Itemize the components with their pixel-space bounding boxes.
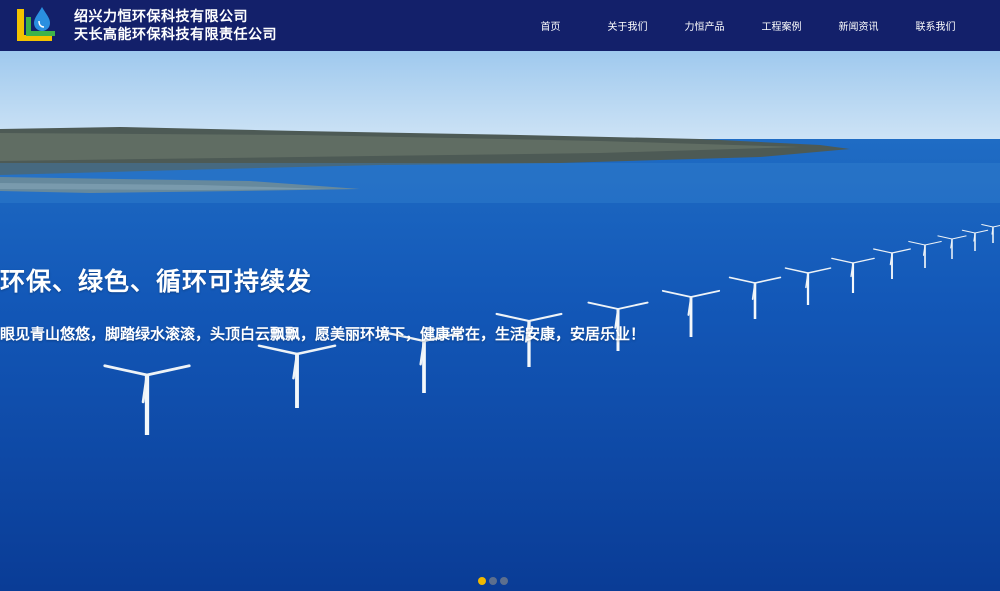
wind-farm-scene [0, 51, 1000, 591]
company-name-primary: 绍兴力恒环保科技有限公司 [74, 9, 248, 25]
slider-dot[interactable] [478, 577, 486, 585]
slider-dot[interactable] [489, 577, 497, 585]
nav-item-about[interactable]: 关于我们 [589, 18, 666, 33]
sea [0, 139, 1000, 591]
nav-item-contact[interactable]: 联系我们 [897, 18, 974, 33]
nav-item-products[interactable]: 力恒产品 [666, 18, 743, 33]
banner-subline: 眼见青山悠悠，脚踏绿水滚滚，头顶白云飘飘，愿美丽环境下，健康常在，生活安康，安居… [0, 325, 646, 343]
nav-item-news[interactable]: 新闻资讯 [820, 18, 897, 33]
company-name-secondary: 天长高能环保科技有限责任公司 [74, 27, 277, 43]
nav-item-cases[interactable]: 工程案例 [743, 18, 820, 33]
company-names: 绍兴力恒环保科技有限公司 天长高能环保科技有限责任公司 [74, 8, 277, 44]
site-header: 绍兴力恒环保科技有限公司 天长高能环保科技有限责任公司 首页 关于我们 力恒产品… [0, 0, 1000, 51]
banner-headline: 环保、绿色、循环可持续发 [0, 267, 313, 296]
hero-banner[interactable]: 环保、绿色、循环可持续发 眼见青山悠悠，脚踏绿水滚滚，头顶白云飘飘，愿美丽环境下… [0, 51, 1000, 591]
main-nav: 首页 关于我们 力恒产品 工程案例 新闻资讯 联系我们 [512, 0, 974, 51]
nav-item-home[interactable]: 首页 [512, 18, 589, 33]
slider-dot[interactable] [500, 577, 508, 585]
slider-dots [478, 577, 508, 585]
water-drop-logo-icon[interactable] [14, 5, 58, 45]
